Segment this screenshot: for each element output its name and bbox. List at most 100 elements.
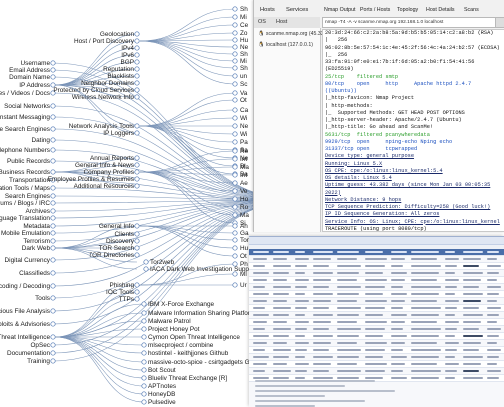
tree-node[interactable] — [134, 31, 140, 37]
tree-node[interactable] — [141, 350, 147, 356]
tree-node[interactable] — [232, 164, 238, 170]
sub-category-label[interactable]: Company Profiles — [84, 169, 134, 176]
sub-category-label[interactable]: General Info — [99, 223, 135, 230]
tab-host-details[interactable]: Host Details — [426, 5, 455, 16]
leaf-label[interactable]: Ph — [240, 261, 248, 268]
table-row[interactable] — [249, 326, 504, 333]
leaf-label[interactable]: Wi — [240, 115, 247, 122]
tree-node[interactable] — [134, 296, 140, 302]
leaf-label[interactable]: Pa — [240, 139, 248, 146]
tree-node[interactable] — [134, 59, 140, 65]
left-category-label[interactable]: Transportation — [9, 177, 50, 184]
tree-node[interactable] — [232, 261, 238, 267]
sub-category-label[interactable]: Geolocation — [100, 31, 135, 38]
threat-intel-source-label[interactable]: mlsecproject / combine — [148, 342, 214, 349]
sub-category-label[interactable]: TTPs — [119, 296, 134, 303]
tree-node[interactable] — [50, 245, 56, 251]
leaf-label[interactable]: Ot — [240, 253, 247, 260]
tree-node[interactable] — [232, 204, 238, 210]
tree-node[interactable] — [141, 383, 147, 389]
tree-node[interactable] — [50, 67, 56, 73]
tree-node[interactable] — [232, 253, 238, 259]
sub-category-label[interactable]: IPv6 — [121, 52, 134, 59]
leaf-label[interactable]: Ae — [240, 180, 248, 187]
threat-intel-source-label[interactable]: Blueliv Threat Exchange [R] — [148, 375, 227, 382]
left-category-label[interactable]: IP Address — [19, 82, 50, 89]
sub-category-label[interactable]: IOC Tools — [106, 289, 134, 296]
tree-node[interactable] — [232, 37, 238, 43]
leaf-label[interactable]: Mi — [240, 58, 247, 65]
table-row[interactable] — [249, 298, 504, 305]
left-category-label[interactable]: Business Records — [0, 169, 50, 176]
table-row[interactable] — [249, 270, 504, 277]
tree-node[interactable] — [232, 6, 238, 12]
threat-intel-source-label[interactable]: Project Honey Pot — [148, 326, 200, 333]
tree-node[interactable] — [232, 97, 238, 103]
table-row[interactable] — [249, 354, 504, 361]
leaf-label[interactable]: Sh — [240, 6, 248, 13]
leaf-label[interactable]: Sh — [240, 65, 248, 72]
sub-category-label[interactable]: Reputation — [103, 66, 134, 73]
sub-category-label[interactable]: Blacklists — [107, 73, 134, 80]
tree-node[interactable] — [232, 139, 238, 145]
tree-node[interactable] — [50, 350, 56, 356]
sub-category-label[interactable]: TOR Search — [99, 245, 135, 252]
tree-node[interactable] — [232, 196, 238, 202]
tree-node[interactable] — [232, 51, 238, 57]
left-category-label[interactable]: Email Address — [9, 67, 50, 74]
tree-node[interactable] — [50, 321, 56, 327]
tree-node[interactable] — [134, 73, 140, 79]
tree-node[interactable] — [232, 65, 238, 71]
tree-node[interactable] — [50, 137, 56, 143]
tree-node[interactable] — [134, 238, 140, 244]
tree-node[interactable] — [232, 156, 238, 162]
table-row[interactable] — [249, 368, 504, 375]
tree-node[interactable] — [50, 185, 56, 191]
sub-category-label[interactable]: Network Analysis Tools — [69, 123, 134, 130]
host-row-localhost[interactable]: 🐧 localhost (127.0.0.1) — [258, 42, 313, 48]
table-row[interactable] — [249, 256, 504, 263]
table-row[interactable] — [249, 319, 504, 326]
tree-node[interactable] — [141, 359, 147, 365]
tree-node[interactable] — [143, 266, 149, 272]
tree-node[interactable] — [50, 200, 56, 206]
tree-node[interactable] — [232, 22, 238, 28]
tree-node[interactable] — [50, 74, 56, 80]
sub-category-label[interactable]: Wireless Network Info — [72, 94, 135, 101]
table-row[interactable] — [249, 312, 504, 319]
leaf-label[interactable]: Ho — [240, 196, 249, 203]
tree-node[interactable] — [50, 270, 56, 276]
left-category-label[interactable]: Classifieds — [19, 270, 50, 277]
left-category-label[interactable]: Domain Name — [9, 74, 50, 81]
left-category-label[interactable]: Training — [27, 358, 50, 365]
tree-node[interactable] — [50, 215, 56, 221]
tree-node[interactable] — [134, 52, 140, 58]
leaf-label[interactable]: Ne — [240, 123, 249, 130]
leaf-label[interactable]: Int — [240, 156, 247, 163]
tree-node[interactable] — [50, 342, 56, 348]
tree-node[interactable] — [232, 180, 238, 186]
left-category-label[interactable]: Geolocation Tools / Maps — [0, 185, 50, 192]
tree-node[interactable] — [232, 44, 238, 50]
tree-node[interactable] — [134, 223, 140, 229]
tree-node[interactable] — [134, 252, 140, 258]
sub-category-label[interactable]: Tor2web — [150, 259, 175, 266]
sub-category-label[interactable]: Clients — [114, 231, 134, 238]
tree-node[interactable] — [141, 326, 147, 332]
left-category-label[interactable]: Username — [21, 60, 51, 67]
tree-node[interactable] — [50, 158, 56, 164]
sub-category-label[interactable]: Annual Reports — [90, 155, 134, 162]
tree-node[interactable] — [141, 399, 147, 405]
table-row[interactable] — [249, 291, 504, 298]
tree-node[interactable] — [50, 193, 56, 199]
tree-node[interactable] — [232, 14, 238, 20]
left-category-label[interactable]: Tools — [35, 295, 50, 302]
threat-intel-source-label[interactable]: massive-octo-spice - csirtgadgets Github — [148, 359, 264, 366]
left-category-label[interactable]: Digital Currency — [5, 257, 51, 264]
leaf-label[interactable]: Mi — [240, 271, 247, 278]
tree-node[interactable] — [141, 391, 147, 397]
sub-category-label[interactable]: Neighbor Domains — [81, 80, 134, 87]
left-category-label[interactable]: Terrorism — [23, 238, 50, 245]
tree-node[interactable] — [232, 188, 238, 194]
tree-node[interactable] — [232, 223, 238, 229]
